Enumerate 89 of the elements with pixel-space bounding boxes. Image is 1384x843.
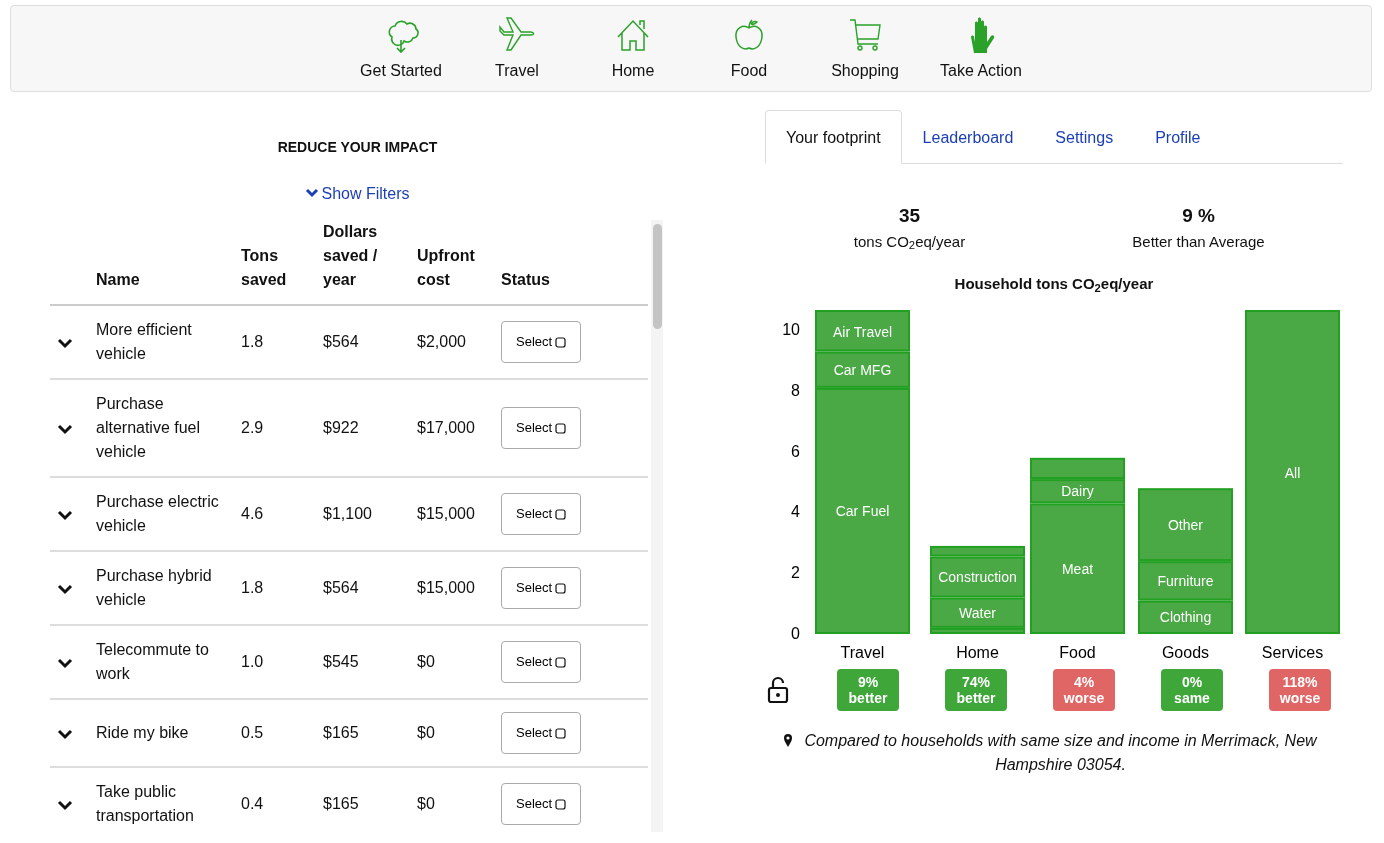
action-name: Ride my bike [88,699,233,767]
chevron-down-icon [305,188,320,198]
axis-tick-label: 4 [791,503,800,520]
category-label: Food [1059,643,1096,661]
map-pin-icon [782,732,793,748]
table-cell: 0.4 [233,767,315,832]
table-cell: 1.8 [233,551,315,625]
segment-label: Clothing [1159,608,1212,625]
category-label: Travel [840,643,885,661]
select-button[interactable]: Select [501,321,582,363]
stat-value: 35 [897,204,922,228]
table-cell: $15,000 [409,551,493,625]
column-header: Name [88,220,233,305]
segment-label: Air Travel [832,323,893,340]
segment-label: Dairy [1061,482,1094,499]
select-button[interactable]: Select [501,407,582,449]
comparison-badge: 9% better [837,668,899,711]
tab[interactable]: Settings [1034,110,1135,164]
segment-label: Water [959,604,996,621]
table-cell: $15,000 [409,477,493,551]
segment-label: All [1284,464,1301,481]
table-cell: $545 [315,625,409,699]
segment-label: Car Fuel [835,502,890,519]
table-cell: $564 [315,551,409,625]
comparison-badge: 4% worse [1053,668,1115,711]
table-cell: $165 [315,767,409,832]
tab[interactable]: Profile [1134,110,1222,164]
axis-tick-label: 6 [791,442,800,460]
section-title: REDUCE YOUR IMPACT [276,138,439,157]
nav-item[interactable]: Shopping [807,15,923,83]
segment-label: Car MFG [833,361,892,378]
stat-value: 9 % [1181,204,1216,228]
nav-item[interactable]: Take Action [923,15,1039,83]
nav-item[interactable]: Get Started [343,15,459,83]
action-name: Purchase alternative fuel vehicle [88,379,233,477]
table-cell: 0.5 [233,699,315,767]
category-label: Goods [1161,643,1210,661]
column-header: Dollars saved / year [315,220,409,305]
action-name: Take public transportation [88,767,233,832]
table-cell: $17,000 [409,379,493,477]
tab[interactable]: Your footprint [765,110,902,164]
table-cell: $0 [409,699,493,767]
select-button[interactable]: Select [501,567,582,609]
segment-label: Meat [1061,560,1094,577]
scrollbar-thumb[interactable] [653,224,662,329]
show-filters-link[interactable]: Show Filters [305,185,410,202]
nav-item[interactable]: Food [691,15,807,83]
table-cell: $0 [409,767,493,832]
select-button[interactable]: Select [501,783,582,825]
comparison-note: Compared to households with same size and income in Merrimack, New Hampshire 03054. [803,730,1319,775]
action-name: Purchase hybrid vehicle [88,551,233,625]
table-cell: $922 [315,379,409,477]
axis-tick-label: 8 [791,381,800,399]
axis-tick-label: 10 [782,320,800,338]
table-cell: 1.8 [233,305,315,379]
table-cell: 1.0 [233,625,315,699]
table-cell: 2.9 [233,379,315,477]
action-name: Telecommute to work [88,625,233,699]
table-cell: 4.6 [233,477,315,551]
table-cell: $1,100 [315,477,409,551]
segment-label: Furniture [1157,572,1214,589]
select-button[interactable]: Select [501,493,582,535]
unlocked-lock-icon[interactable] [767,675,789,704]
stat-caption: Better than Average [1131,231,1266,252]
comparison-badge: 0% same [1161,668,1223,711]
table-cell: $2,000 [409,305,493,379]
column-header: Status [493,220,648,305]
axis-tick-label: 0 [791,624,800,642]
segment-label: Other [1168,516,1203,533]
table-cell: $0 [409,625,493,699]
category-label: Services [1261,643,1324,661]
chart-title: Household tons CO$_{2}$eq/year [953,274,1155,296]
category-label: Home [956,643,999,661]
column-header: Upfront cost [409,220,493,305]
comparison-badge: 74% better [945,668,1007,711]
action-name: Purchase electric vehicle [88,477,233,551]
action-name: More efficient vehicle [88,305,233,379]
table-cell: $564 [315,305,409,379]
axis-tick-label: 2 [791,563,800,581]
table-cell: $165 [315,699,409,767]
column-header: Tons saved [233,220,315,305]
nav-item[interactable]: Travel [459,15,575,83]
comparison-badge: 118% worse [1269,668,1331,711]
select-button[interactable]: Select [501,641,582,683]
segment-label: Construction [938,568,1017,585]
nav-item[interactable]: Home [575,15,691,83]
stat-caption: tons CO$_{2}$eq/year [852,231,967,253]
tab[interactable]: Leaderboard [901,110,1035,164]
select-button[interactable]: Select [501,712,582,754]
